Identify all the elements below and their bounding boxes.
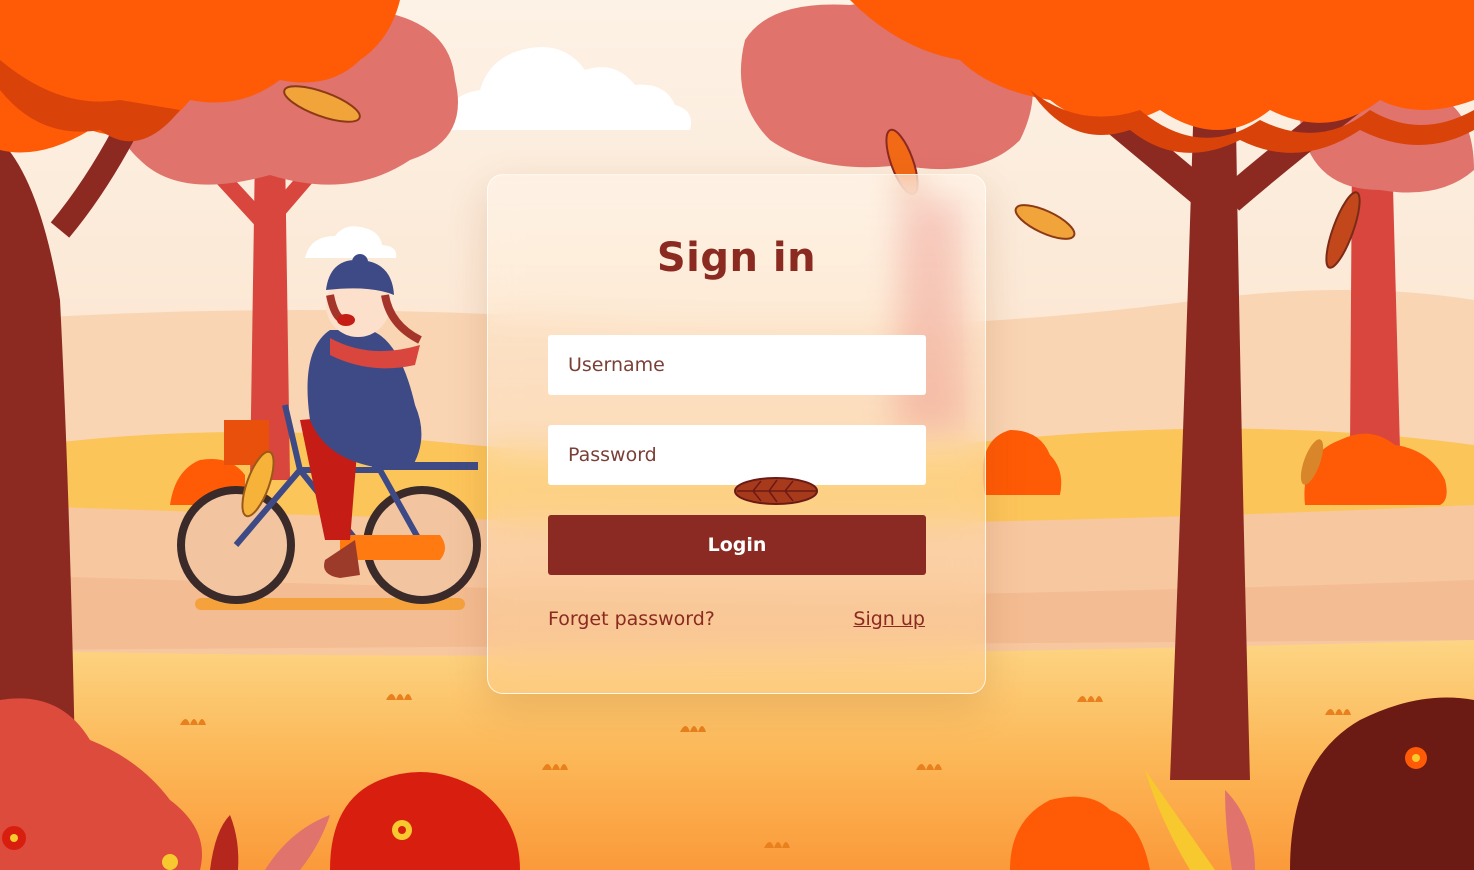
- login-card: Sign in Login Forget password? Sign up: [487, 174, 986, 694]
- leaf-icon: [734, 477, 818, 505]
- signup-link[interactable]: Sign up: [853, 608, 925, 630]
- username-input[interactable]: [548, 335, 926, 395]
- page-title: Sign in: [656, 235, 817, 281]
- login-button[interactable]: Login: [548, 515, 926, 575]
- forget-password-link[interactable]: Forget password?: [548, 608, 715, 630]
